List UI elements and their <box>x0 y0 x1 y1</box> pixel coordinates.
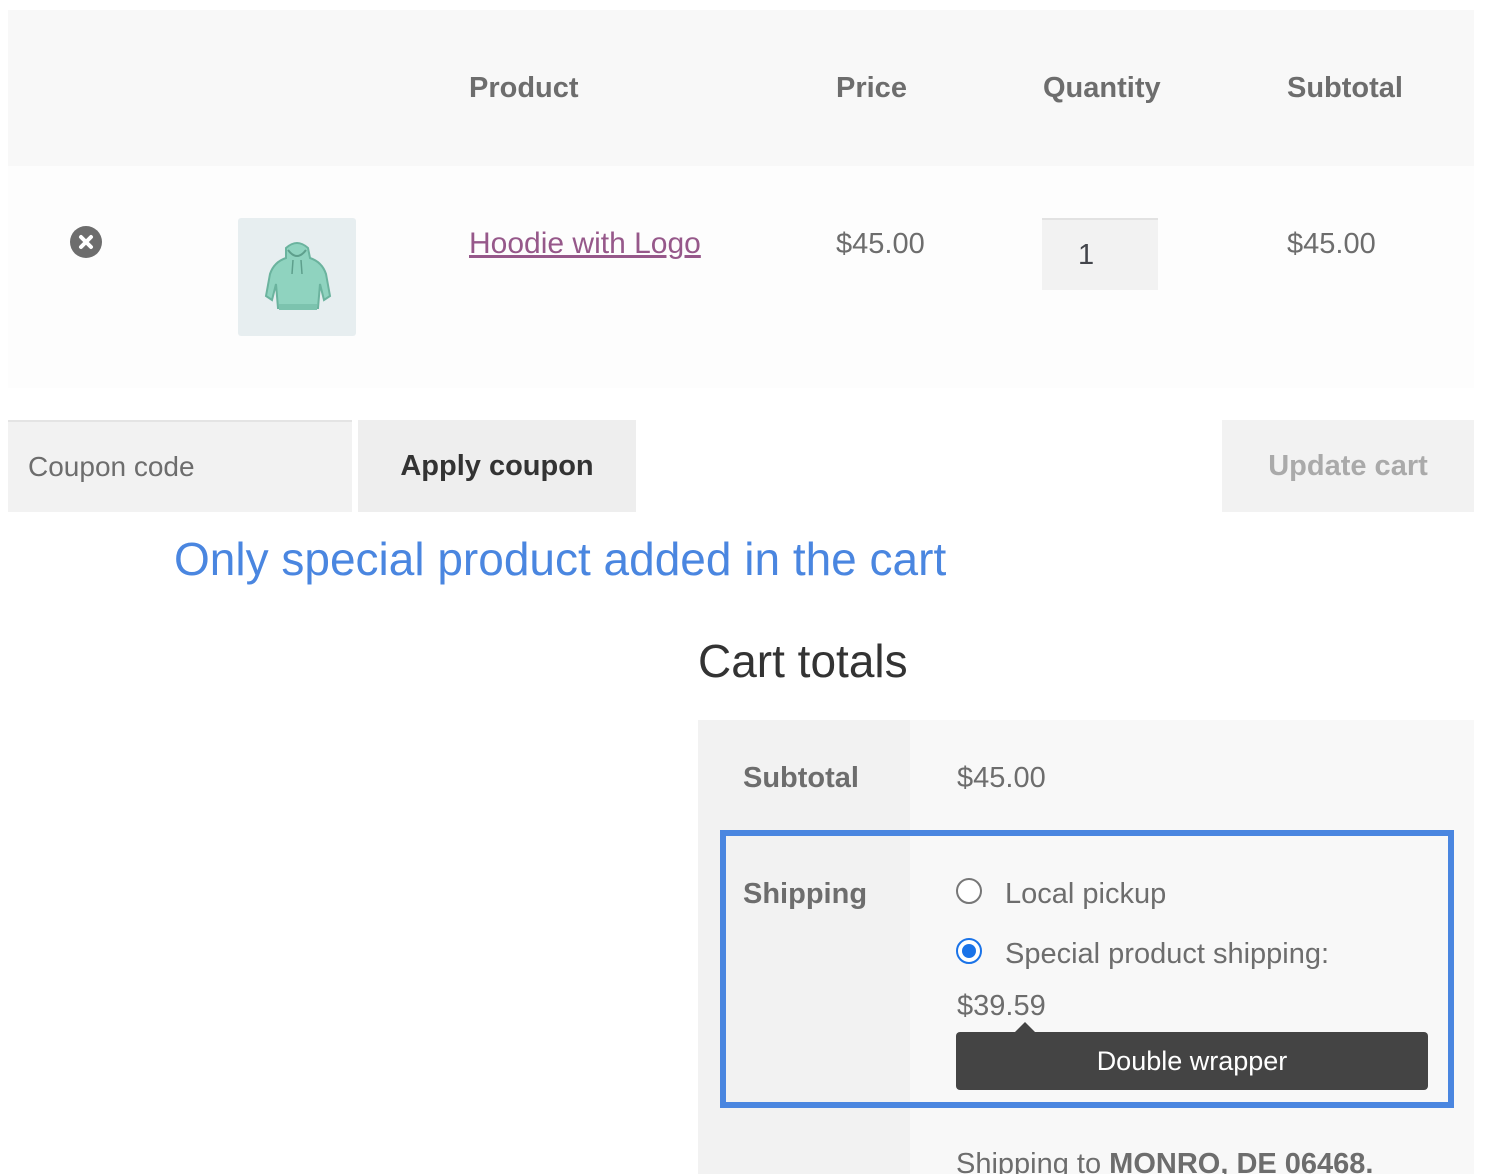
item-subtotal: $45.00 <box>1287 228 1376 260</box>
subtotal-label: Subtotal <box>743 762 859 794</box>
header-price: Price <box>836 72 907 104</box>
coupon-code-input[interactable] <box>8 420 352 512</box>
quantity-input[interactable] <box>1042 218 1158 290</box>
header-product: Product <box>469 72 579 104</box>
cart-item-row <box>8 166 1474 388</box>
item-price: $45.00 <box>836 228 925 260</box>
shipping-highlight-box <box>720 830 1454 1108</box>
cart-totals-title: Cart totals <box>698 635 908 687</box>
shipping-to-location: MONRO, DE 06468. <box>1109 1148 1374 1174</box>
hoodie-icon <box>264 242 332 310</box>
subtotal-value: $45.00 <box>957 762 1046 794</box>
header-quantity: Quantity <box>1043 72 1161 104</box>
shipping-destination: Shipping to MONRO, DE 06468. <box>956 1144 1374 1174</box>
remove-item-button[interactable] <box>70 226 102 258</box>
header-subtotal: Subtotal <box>1287 72 1403 104</box>
product-thumbnail[interactable] <box>238 218 356 336</box>
update-cart-button[interactable]: Update cart <box>1222 420 1474 512</box>
close-circle-icon <box>79 235 93 249</box>
product-link[interactable]: Hoodie with Logo <box>469 224 701 264</box>
apply-coupon-button[interactable]: Apply coupon <box>358 420 636 512</box>
shipping-to-prefix: Shipping to <box>956 1148 1110 1174</box>
cart-table-header <box>8 10 1474 166</box>
annotation-text: Only special product added in the cart <box>174 533 947 585</box>
